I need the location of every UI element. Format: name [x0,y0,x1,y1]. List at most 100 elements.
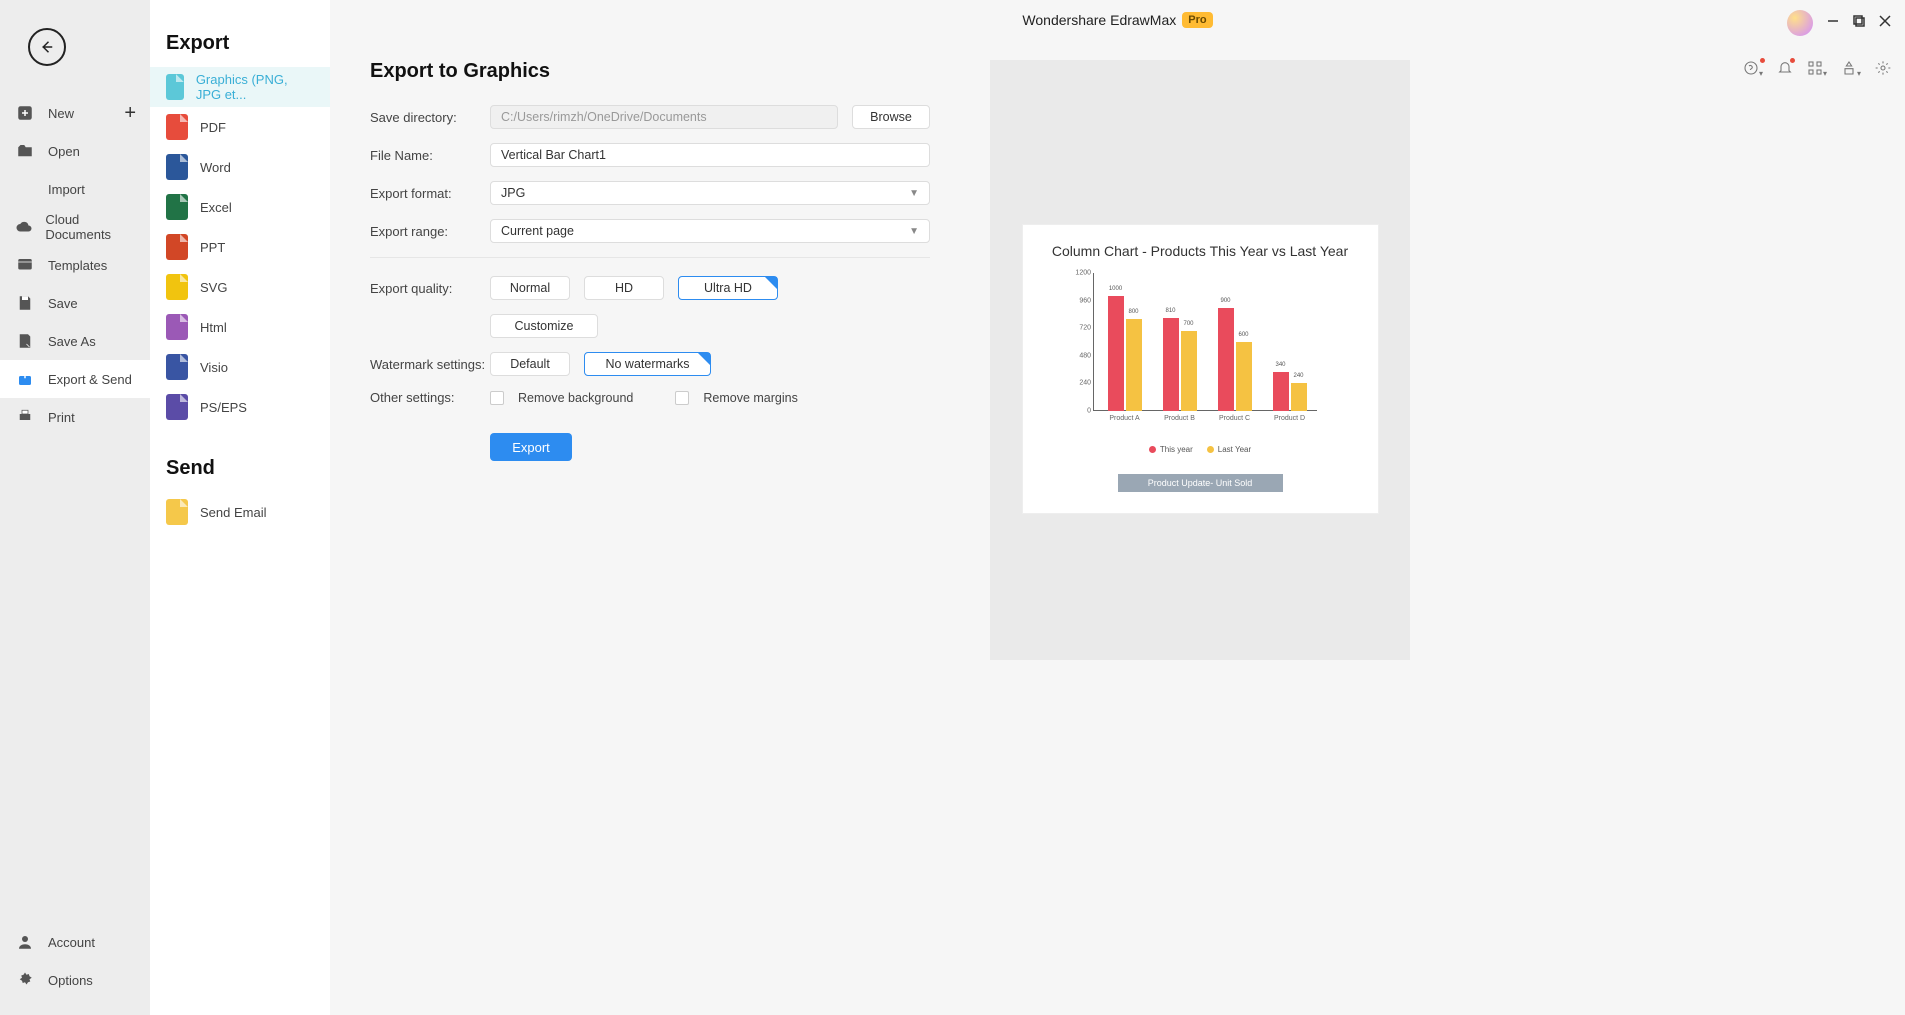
divider [370,257,930,258]
check-corner-icon [698,353,710,365]
preview-document: Column Chart - Products This Year vs Las… [1023,225,1378,513]
nav-templates[interactable]: Templates [0,246,150,284]
nav-print-label: Print [48,410,75,425]
user-icon [14,931,36,953]
watermark-none-button[interactable]: No watermarks [584,352,711,376]
close-button[interactable] [1879,14,1891,32]
type-email-label: Send Email [200,505,266,520]
form-title: Export to Graphics [370,60,930,83]
ppt-file-icon [166,234,188,260]
type-svg[interactable]: SVG [150,267,330,307]
apps-button[interactable]: ▾ [1807,60,1827,81]
type-pseps-label: PS/EPS [200,400,247,415]
arrow-left-icon [38,38,56,56]
chart-legend: This yearLast Year [1149,445,1251,454]
nav-import[interactable]: Import [0,170,150,208]
nav-save-as[interactable]: Save As [0,322,150,360]
nav-account[interactable]: Account [0,923,150,961]
type-word[interactable]: Word [150,147,330,187]
remove-bg-label: Remove background [518,391,633,405]
settings-button[interactable] [1875,60,1891,81]
pseps-file-icon [166,394,188,420]
export-form: Export to Graphics Save directory: Brows… [370,60,930,660]
word-file-icon [166,154,188,180]
type-visio[interactable]: Visio [150,347,330,387]
avatar[interactable] [1787,10,1813,36]
save-dir-label: Save directory: [370,110,490,125]
left-nav: New + Open Import Cloud Documents Templa… [0,0,150,1015]
range-label: Export range: [370,224,490,239]
type-pdf[interactable]: PDF [150,107,330,147]
file-name-input[interactable] [490,143,930,167]
export-heading: Export [150,20,330,67]
type-visio-label: Visio [200,360,228,375]
nav-cloud-documents[interactable]: Cloud Documents [0,208,150,246]
import-icon [14,178,36,200]
file-name-label: File Name: [370,148,490,163]
save-icon [14,292,36,314]
chart-footer: Product Update- Unit Sold [1118,474,1283,492]
type-excel[interactable]: Excel [150,187,330,227]
preview-panel: Column Chart - Products This Year vs Las… [990,60,1865,660]
nav-open-label: Open [48,144,80,159]
format-label: Export format: [370,186,490,201]
nav-open[interactable]: Open [0,132,150,170]
pro-badge: Pro [1182,12,1212,28]
nav-import-label: Import [48,182,85,197]
minimize-button[interactable] [1827,14,1839,32]
range-select[interactable]: Current page ▼ [490,219,930,243]
app-title: Wondershare EdrawMax [1022,12,1176,28]
other-label: Other settings: [370,390,490,405]
remove-margins-checkbox[interactable] [675,391,689,405]
print-icon [14,406,36,428]
quality-hd-button[interactable]: HD [584,276,664,300]
main-area: Wondershare EdrawMax Pro ▾ ▾ ▾ Export to… [330,0,1905,1015]
nav-print[interactable]: Print [0,398,150,436]
nav-saveas-label: Save As [48,334,96,349]
help-button[interactable]: ▾ [1743,60,1763,81]
type-send-email[interactable]: Send Email [150,492,330,532]
nav-account-label: Account [48,935,95,950]
graphics-file-icon [166,74,184,100]
format-value: JPG [501,186,525,200]
nav-new[interactable]: New + [0,94,150,132]
nav-new-label: New [48,106,74,121]
nav-options-label: Options [48,973,93,988]
nav-options[interactable]: Options [0,961,150,999]
export-icon [14,368,36,390]
bell-button[interactable] [1777,60,1793,81]
quality-label: Export quality: [370,281,490,296]
type-html[interactable]: Html [150,307,330,347]
appearance-button[interactable]: ▾ [1841,60,1861,81]
plus-square-icon [14,102,36,124]
add-icon[interactable]: + [124,102,136,125]
type-pseps[interactable]: PS/EPS [150,387,330,427]
pdf-file-icon [166,114,188,140]
nav-export-send[interactable]: Export & Send [0,360,150,398]
maximize-button[interactable] [1853,14,1865,32]
format-select[interactable]: JPG ▼ [490,181,930,205]
nav-save[interactable]: Save [0,284,150,322]
type-svg-label: SVG [200,280,227,295]
browse-button[interactable]: Browse [852,105,930,129]
type-pdf-label: PDF [200,120,226,135]
chevron-down-icon: ▼ [909,226,919,237]
type-ppt[interactable]: PPT [150,227,330,267]
quality-ultrahd-button[interactable]: Ultra HD [678,276,778,300]
type-excel-label: Excel [200,200,232,215]
back-button[interactable] [28,28,66,66]
remove-bg-checkbox[interactable] [490,391,504,405]
type-ppt-label: PPT [200,240,225,255]
quality-normal-button[interactable]: Normal [490,276,570,300]
type-html-label: Html [200,320,227,335]
type-graphics[interactable]: Graphics (PNG, JPG et... [150,67,330,107]
range-value: Current page [501,224,574,238]
save-dir-input[interactable] [490,105,838,129]
watermark-default-button[interactable]: Default [490,352,570,376]
nav-cloud-label: Cloud Documents [45,212,136,242]
nav-save-label: Save [48,296,78,311]
export-button[interactable]: Export [490,433,572,461]
quality-customize-button[interactable]: Customize [490,314,598,338]
window-controls [1787,10,1891,36]
save-as-icon [14,330,36,352]
